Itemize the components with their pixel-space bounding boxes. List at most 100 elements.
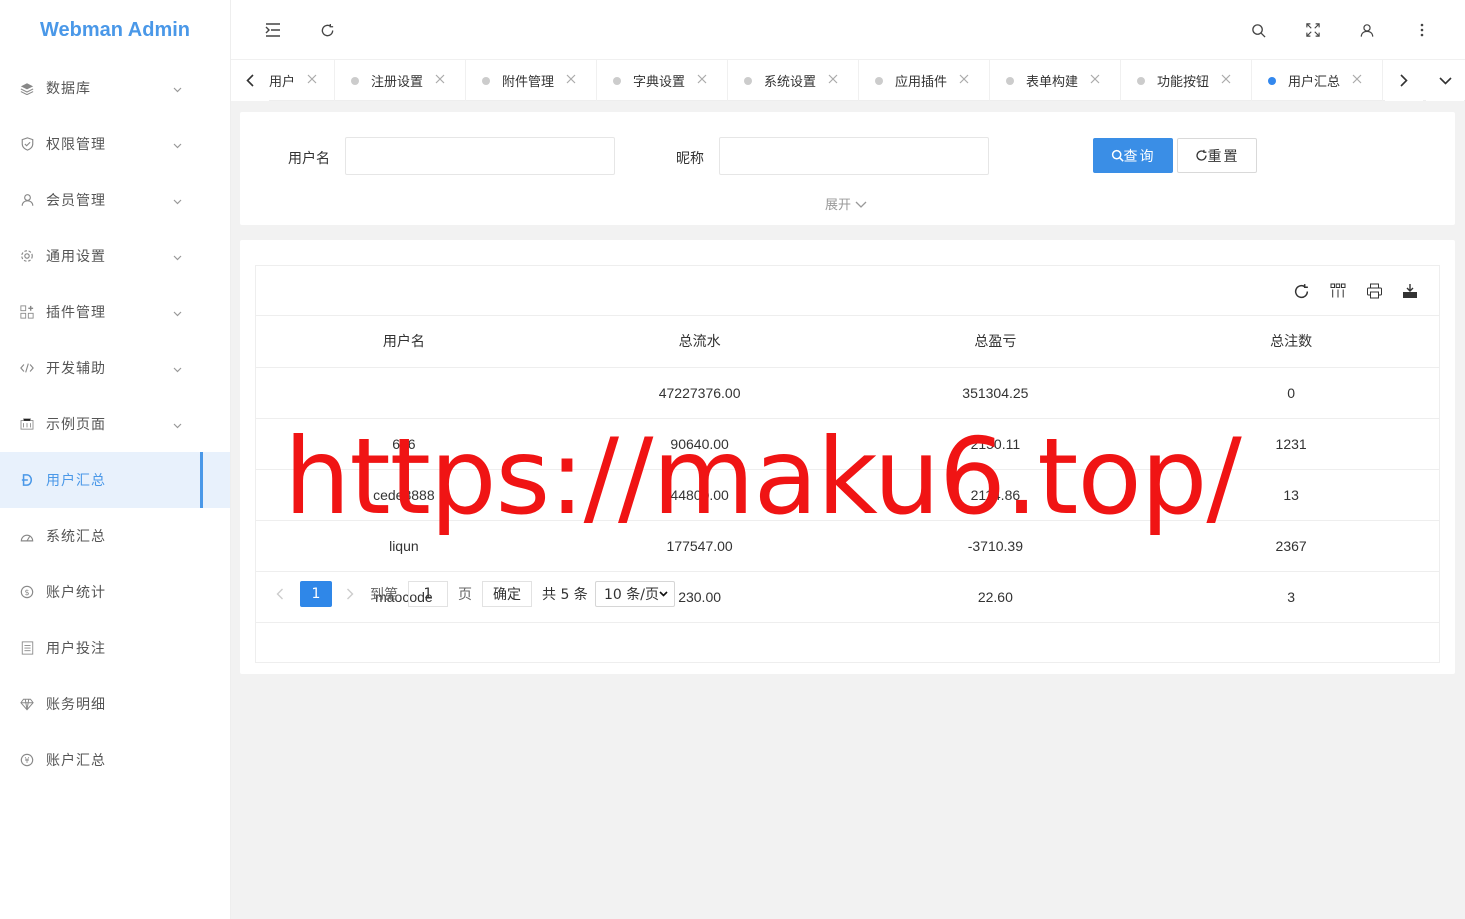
sidebar-item-label: 插件管理: [46, 305, 106, 321]
close-icon[interactable]: [1352, 73, 1362, 88]
tabs-next-icon[interactable]: [1385, 60, 1423, 101]
chevron-down-icon: [659, 591, 668, 597]
close-icon[interactable]: [697, 73, 707, 88]
sidebar-item-3[interactable]: 通用设置: [0, 228, 230, 284]
fullscreen-icon[interactable]: [1303, 20, 1323, 40]
prev-page-icon[interactable]: [276, 581, 284, 607]
close-icon[interactable]: [566, 73, 576, 88]
query-label: 查询: [1123, 148, 1156, 165]
tab-7[interactable]: 功能按钮: [1121, 60, 1252, 101]
chevron-down-icon: [173, 137, 182, 153]
sidebar: Webman Admin 数据库权限管理会员管理通用设置插件管理开发辅助示例页面…: [0, 0, 231, 919]
sidebar-item-8[interactable]: 系统汇总: [0, 508, 230, 564]
goto-suffix: 页: [458, 587, 472, 603]
refresh-icon[interactable]: [317, 20, 337, 40]
tab-label: 注册设置: [371, 75, 424, 90]
sidebar-item-1[interactable]: 权限管理: [0, 116, 230, 172]
close-icon[interactable]: [828, 73, 838, 88]
sidebar-item-4[interactable]: 插件管理: [0, 284, 230, 340]
chevron-down-icon: [173, 361, 182, 377]
user-icon[interactable]: [1357, 20, 1377, 40]
tabs-dropdown-icon[interactable]: [1426, 60, 1464, 101]
tab-label: 表单构建: [1026, 75, 1079, 90]
sidebar-item-label: 开发辅助: [46, 361, 106, 377]
close-icon[interactable]: [435, 73, 445, 88]
tab-label: 字典设置: [633, 75, 686, 90]
tab-status-dot: [613, 76, 621, 85]
chevron-down-icon: [173, 417, 182, 433]
username-label: 用户名: [288, 151, 330, 167]
table-cell: 0: [1143, 367, 1439, 419]
table-row[interactable]: 47227376.00 351304.25 0: [256, 367, 1439, 419]
user-icon: [20, 193, 34, 207]
query-button[interactable]: 查询: [1093, 138, 1173, 173]
watermark-text: https://maku6.top/: [284, 416, 1242, 538]
tab-8[interactable]: 用户汇总: [1252, 60, 1383, 101]
reset-button[interactable]: 重置: [1177, 138, 1257, 173]
sidebar-item-11[interactable]: 账务明细: [0, 676, 230, 732]
sidebar-item-label: 示例页面: [46, 417, 106, 433]
sidebar-menu: 数据库权限管理会员管理通用设置插件管理开发辅助示例页面用户汇总 系统汇总 $ 账户统计…: [0, 60, 230, 788]
sidebar-item-label: 权限管理: [46, 137, 106, 153]
app-logo[interactable]: Webman Admin: [0, 0, 230, 60]
sidebar-item-label: 通用设置: [46, 249, 106, 265]
tab-1[interactable]: 注册设置: [335, 60, 466, 101]
column-header[interactable]: 总盈亏: [847, 316, 1144, 368]
goto-confirm-button[interactable]: 确定: [482, 581, 532, 607]
table-header-row: 用户名 总流水 总盈亏 总注数: [256, 316, 1439, 368]
columns-icon[interactable]: [1329, 282, 1347, 300]
tab-6[interactable]: 表单构建: [990, 60, 1121, 101]
tab-label: 附件管理: [502, 75, 555, 90]
nickname-input[interactable]: [719, 137, 989, 175]
page-1-button[interactable]: 1: [300, 581, 332, 607]
search-icon[interactable]: [1248, 20, 1268, 40]
column-header[interactable]: 用户名: [256, 316, 552, 368]
tabs-track: 用户 注册设置 附件管理 字典设置 系统设置 应用插件 表单构建 功能按钮 用户汇总: [269, 60, 1385, 101]
sidebar-item-2[interactable]: 会员管理: [0, 172, 230, 228]
column-header[interactable]: 总流水: [551, 316, 848, 368]
tab-label: 系统设置: [764, 75, 817, 90]
expand-toggle[interactable]: 展开: [825, 194, 867, 213]
page-size-select[interactable]: 10 条/页: [595, 581, 675, 607]
sidebar-item-7[interactable]: 用户汇总: [0, 452, 230, 508]
svg-text:¥: ¥: [24, 756, 29, 765]
collapse-menu-icon[interactable]: [263, 20, 283, 40]
tab-status-dot: [351, 76, 359, 85]
tabs-prev-icon[interactable]: [231, 60, 269, 101]
sidebar-item-9[interactable]: $ 账户统计: [0, 564, 230, 620]
search-form: 用户名 昵称 查询 重置 展开: [240, 112, 1455, 225]
nickname-label: 昵称: [676, 151, 704, 167]
tab-status-dot: [1137, 76, 1145, 85]
sidebar-item-10[interactable]: 用户投注: [0, 620, 230, 676]
pagination: 1 到第 1 页 确定 共 5 条 10 条/页: [256, 572, 1439, 612]
tab-label: 应用插件: [895, 75, 948, 90]
shield-icon: [20, 137, 34, 151]
print-icon[interactable]: [1365, 282, 1383, 300]
chevron-down-icon: [173, 249, 182, 265]
more-icon[interactable]: [1412, 20, 1432, 40]
sidebar-item-5[interactable]: 开发辅助: [0, 340, 230, 396]
sidebar-item-6[interactable]: 示例页面: [0, 396, 230, 452]
username-input[interactable]: [345, 137, 615, 175]
tab-3[interactable]: 字典设置: [597, 60, 728, 101]
tab-2[interactable]: 附件管理: [466, 60, 597, 101]
sidebar-item-0[interactable]: 数据库: [0, 60, 230, 116]
refresh-icon[interactable]: [1292, 282, 1310, 300]
close-icon[interactable]: [307, 73, 317, 88]
close-icon[interactable]: [1090, 73, 1100, 88]
top-header: [231, 0, 1465, 60]
tab-0[interactable]: 用户: [269, 60, 335, 101]
close-icon[interactable]: [1221, 73, 1231, 88]
goto-page-input[interactable]: 1: [408, 581, 448, 607]
tab-5[interactable]: 应用插件: [859, 60, 990, 101]
reset-label: 重置: [1207, 148, 1240, 165]
sidebar-item-label: 账户汇总: [46, 753, 106, 769]
tab-4[interactable]: 系统设置: [728, 60, 859, 101]
next-page-icon[interactable]: [346, 581, 354, 607]
close-icon[interactable]: [959, 73, 969, 88]
diamond-icon: [20, 697, 34, 711]
column-header[interactable]: 总注数: [1143, 316, 1439, 368]
tab-status-dot: [875, 76, 883, 85]
export-icon[interactable]: [1401, 282, 1419, 300]
sidebar-item-12[interactable]: ¥ 账户汇总: [0, 732, 230, 788]
